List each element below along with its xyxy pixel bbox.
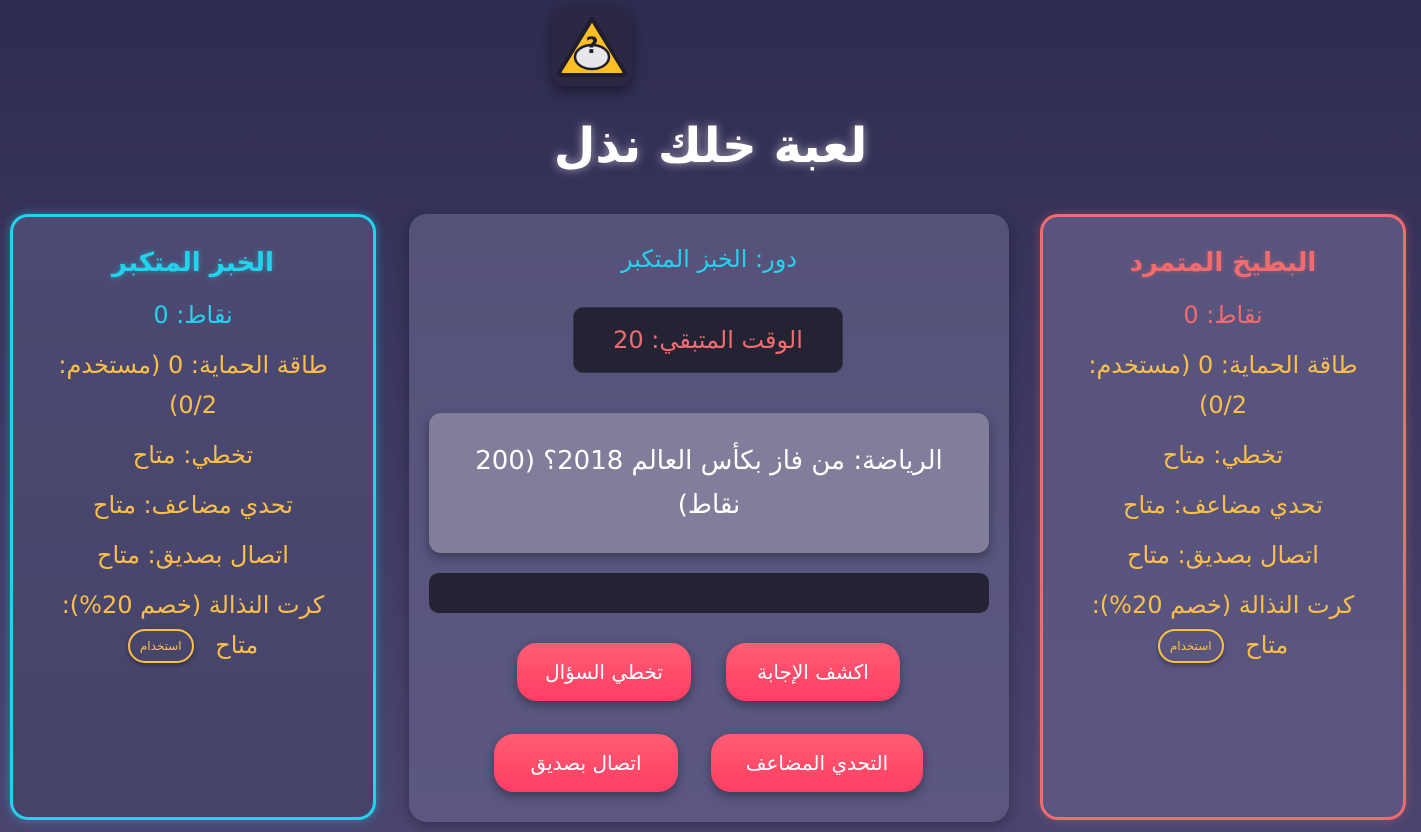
use-villain-card-button[interactable]: استخدام (127, 629, 194, 663)
skip-status: تخطي: متاح (1162, 441, 1284, 469)
villain-card-label: كرت النذالة (خصم 20%): (61, 591, 325, 619)
player-panel-bread: الخبز المتكبر نقاط: 0 طاقة الحماية: 0 (م… (10, 214, 376, 820)
reveal-answer-button[interactable]: اكشف الإجابة (726, 643, 900, 701)
shield-energy: طاقة الحماية: 0 (مستخدم: 0/2) (1088, 351, 1358, 419)
skip-question-button[interactable]: تخطي السؤال (517, 643, 691, 701)
villain-card-status: متاح (1245, 631, 1289, 659)
svg-text:?: ? (586, 34, 599, 59)
question-card: الرياضة: من فاز بكأس العالم 2018؟ (200 ن… (429, 413, 989, 553)
player-score: نقاط: 0 (153, 301, 233, 329)
villain-card-label: كرت النذالة (خصم 20%): (1091, 591, 1355, 619)
current-turn: دور: الخبز المتكبر (620, 245, 797, 273)
shield-energy: طاقة الحماية: 0 (مستخدم: 0/2) (58, 351, 328, 419)
call-friend-status: اتصال بصديق: متاح (97, 541, 289, 569)
game-board: دور: الخبز المتكبر الوقت المتبقي: 20 الر… (409, 214, 1009, 822)
use-villain-card-button[interactable]: استخدام (1157, 629, 1224, 663)
player-panel-watermelon: البطيخ المتمرد نقاط: 0 طاقة الحماية: 0 (… (1040, 214, 1406, 820)
player-name: الخبز المتكبر (112, 248, 274, 278)
answer-display (429, 573, 989, 613)
game-title: لعبة خلك نذل (553, 118, 868, 174)
call-friend-button[interactable]: اتصال بصديق (494, 734, 678, 792)
skip-status: تخطي: متاح (132, 441, 254, 469)
villain-card-row: متاح استخدام (1043, 625, 1403, 665)
double-challenge-status: تحدي مضاعف: متاح (1123, 491, 1323, 519)
villain-card-status: متاح (215, 631, 259, 659)
timer-display: الوقت المتبقي: 20 (573, 307, 843, 373)
warning-question-icon: ? (557, 17, 627, 77)
double-challenge-button[interactable]: التحدي المضاعف (711, 734, 923, 792)
game-logo: ? (552, 6, 632, 86)
call-friend-status: اتصال بصديق: متاح (1127, 541, 1319, 569)
player-score: نقاط: 0 (1183, 301, 1263, 329)
player-name: البطيخ المتمرد (1129, 248, 1317, 278)
double-challenge-status: تحدي مضاعف: متاح (93, 491, 293, 519)
villain-card-row: متاح استخدام (13, 625, 373, 665)
